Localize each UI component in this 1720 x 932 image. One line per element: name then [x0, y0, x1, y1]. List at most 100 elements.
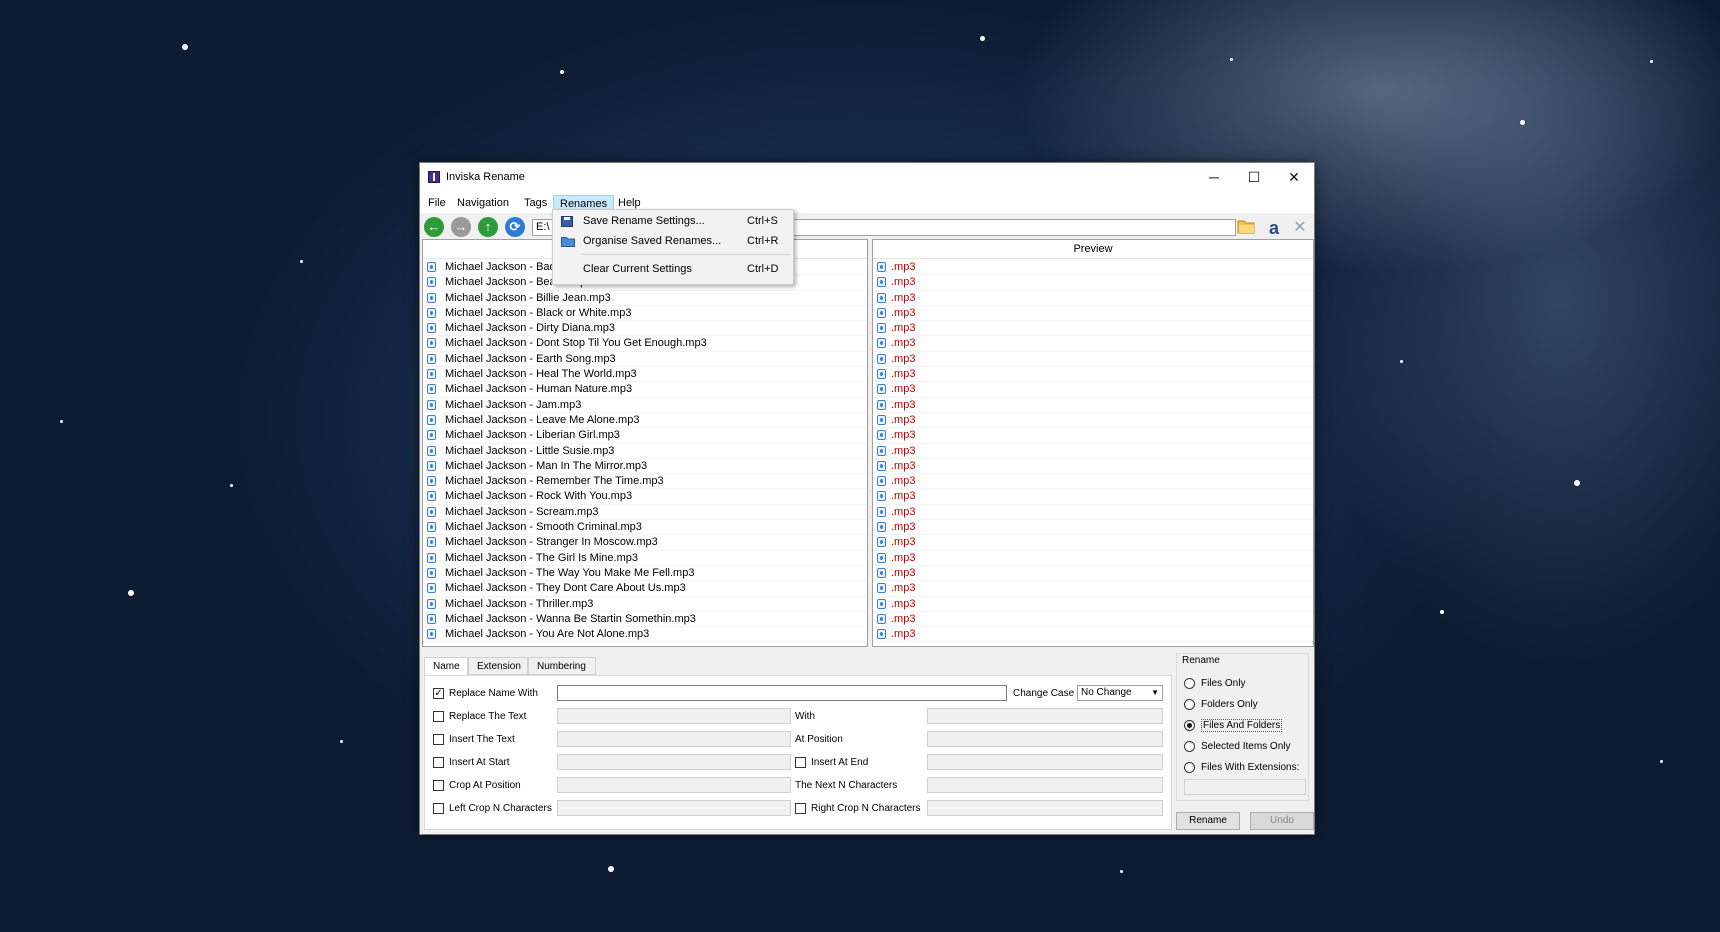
tab-numbering[interactable]: Numbering: [528, 657, 596, 675]
forward-icon[interactable]: →: [451, 217, 471, 237]
table-row[interactable]: Michael Jackson - Little Susie.mp3: [423, 444, 867, 459]
minimize-button[interactable]: ─: [1194, 163, 1234, 191]
table-row[interactable]: Michael Jackson - Man In The Mirror.mp3: [423, 459, 867, 475]
radio-folders-only[interactable]: [1184, 699, 1195, 710]
replace-text-input[interactable]: [557, 708, 791, 724]
table-row[interactable]: Michael Jackson - Remember The Time.mp3: [423, 474, 867, 490]
table-row[interactable]: Michael Jackson - You Are Not Alone.mp3: [423, 627, 867, 643]
menu-organise-saved-renames[interactable]: Organise Saved Renames... Ctrl+R: [553, 232, 793, 250]
table-row[interactable]: .mp3: [873, 291, 1313, 306]
table-row[interactable]: Michael Jackson - Black or White.mp3: [423, 306, 867, 322]
file-name: Michael Jackson - Jam.mp3: [445, 398, 582, 411]
table-row[interactable]: Michael Jackson - The Way You Make Me Fe…: [423, 566, 867, 582]
table-row[interactable]: Michael Jackson - Stranger In Moscow.mp3: [423, 535, 867, 551]
right-crop-input[interactable]: [927, 800, 1163, 816]
audio-file-icon: [427, 384, 436, 395]
extensions-input[interactable]: [1184, 779, 1306, 795]
menu-tags[interactable]: Tags: [518, 195, 553, 211]
table-row[interactable]: .mp3: [873, 505, 1313, 521]
table-row[interactable]: Michael Jackson - Heal The World.mp3: [423, 367, 867, 383]
next-n-characters-input[interactable]: [927, 777, 1163, 793]
table-row[interactable]: Michael Jackson - Dirty Diana.mp3: [423, 321, 867, 337]
replace-text-checkbox[interactable]: [433, 711, 444, 722]
table-row[interactable]: Michael Jackson - Thriller.mp3: [423, 597, 867, 612]
table-row[interactable]: .mp3: [873, 336, 1313, 352]
with-input[interactable]: [927, 708, 1163, 724]
up-icon[interactable]: ↑: [478, 217, 498, 237]
insert-at-end-checkbox[interactable]: [795, 757, 806, 768]
insert-text-input[interactable]: [557, 731, 791, 747]
replace-name-checkbox[interactable]: ✓: [433, 688, 444, 699]
radio-files-with-extensions[interactable]: [1184, 762, 1195, 773]
table-row[interactable]: Michael Jackson - Leave Me Alone.mp3: [423, 413, 867, 429]
table-row[interactable]: .mp3: [873, 413, 1313, 429]
menu-save-rename-settings[interactable]: Save Rename Settings... Ctrl+S: [553, 212, 793, 230]
table-row[interactable]: .mp3: [873, 520, 1313, 536]
table-row[interactable]: .mp3: [873, 581, 1313, 597]
table-row[interactable]: Michael Jackson - Billie Jean.mp3: [423, 291, 867, 306]
table-row[interactable]: .mp3: [873, 398, 1313, 413]
replace-name-input[interactable]: [557, 685, 1007, 701]
left-crop-input[interactable]: [557, 800, 791, 816]
table-row[interactable]: Michael Jackson - Rock With You.mp3: [423, 489, 867, 505]
folder-icon[interactable]: [1236, 218, 1256, 238]
table-row[interactable]: .mp3: [873, 367, 1313, 383]
table-row[interactable]: .mp3: [873, 489, 1313, 505]
table-row[interactable]: Michael Jackson - Wanna Be Startin Somet…: [423, 612, 867, 628]
close-button[interactable]: ✕: [1274, 163, 1314, 191]
files-pane[interactable]: Michael Jackson - Bad.mp3 Michael Jackson…: [422, 239, 868, 647]
insert-at-start-checkbox[interactable]: [433, 757, 444, 768]
table-row[interactable]: .mp3: [873, 459, 1313, 475]
table-row[interactable]: Michael Jackson - They Dont Care About U…: [423, 581, 867, 597]
crop-at-position-input[interactable]: [557, 777, 791, 793]
left-crop-checkbox[interactable]: [433, 803, 444, 814]
table-row[interactable]: Michael Jackson - The Girl Is Mine.mp3: [423, 551, 867, 566]
back-icon[interactable]: ←: [424, 217, 444, 237]
preview-pane[interactable]: Preview .mp3 .mp3 .mp3 .mp3 .mp3 .mp3 .mp3 .mp3…: [872, 239, 1314, 647]
amazon-icon[interactable]: a: [1264, 218, 1284, 238]
refresh-icon[interactable]: ⟳: [505, 217, 525, 237]
at-position-input[interactable]: [927, 731, 1163, 747]
table-row[interactable]: .mp3: [873, 260, 1313, 276]
table-row[interactable]: Michael Jackson - Liberian Girl.mp3: [423, 428, 867, 444]
crop-at-position-checkbox[interactable]: [433, 780, 444, 791]
menu-file[interactable]: File: [422, 195, 452, 211]
tools-icon[interactable]: ✕: [1290, 218, 1310, 238]
table-row[interactable]: .mp3: [873, 428, 1313, 444]
table-row[interactable]: .mp3: [873, 306, 1313, 322]
change-case-select[interactable]: No Change ▼: [1077, 685, 1163, 701]
table-row[interactable]: Michael Jackson - Earth Song.mp3: [423, 352, 867, 368]
table-row[interactable]: .mp3: [873, 382, 1313, 398]
table-row[interactable]: .mp3: [873, 275, 1313, 291]
table-row[interactable]: .mp3: [873, 566, 1313, 582]
maximize-button[interactable]: ☐: [1234, 163, 1274, 191]
tab-extension[interactable]: Extension: [468, 657, 528, 675]
table-row[interactable]: Michael Jackson - Jam.mp3: [423, 398, 867, 413]
menu-navigation[interactable]: Navigation: [451, 195, 515, 211]
table-row[interactable]: Michael Jackson - Smooth Criminal.mp3: [423, 520, 867, 536]
table-row[interactable]: .mp3: [873, 627, 1313, 643]
table-row[interactable]: .mp3: [873, 597, 1313, 612]
table-row[interactable]: .mp3: [873, 474, 1313, 490]
table-row[interactable]: .mp3: [873, 551, 1313, 566]
title-bar[interactable]: Inviska Rename ─ ☐ ✕: [420, 163, 1314, 193]
table-row[interactable]: .mp3: [873, 352, 1313, 368]
table-row[interactable]: .mp3: [873, 612, 1313, 628]
insert-at-end-input[interactable]: [927, 754, 1163, 770]
table-row[interactable]: Michael Jackson - Dont Stop Til You Get …: [423, 336, 867, 352]
table-row[interactable]: .mp3: [873, 535, 1313, 551]
insert-text-checkbox[interactable]: [433, 734, 444, 745]
radio-files-and-folders[interactable]: [1184, 720, 1195, 731]
right-crop-checkbox[interactable]: [795, 803, 806, 814]
rename-button[interactable]: Rename: [1176, 812, 1240, 830]
table-row[interactable]: Michael Jackson - Human Nature.mp3: [423, 382, 867, 398]
radio-selected-items-only[interactable]: [1184, 741, 1195, 752]
table-row[interactable]: Michael Jackson - Scream.mp3: [423, 505, 867, 521]
undo-button[interactable]: Undo: [1250, 812, 1314, 830]
tab-name[interactable]: Name: [424, 657, 468, 677]
radio-files-only[interactable]: [1184, 678, 1195, 689]
table-row[interactable]: .mp3: [873, 321, 1313, 337]
table-row[interactable]: .mp3: [873, 444, 1313, 459]
menu-clear-current-settings[interactable]: Clear Current Settings Ctrl+D: [553, 260, 793, 278]
insert-at-start-input[interactable]: [557, 754, 791, 770]
